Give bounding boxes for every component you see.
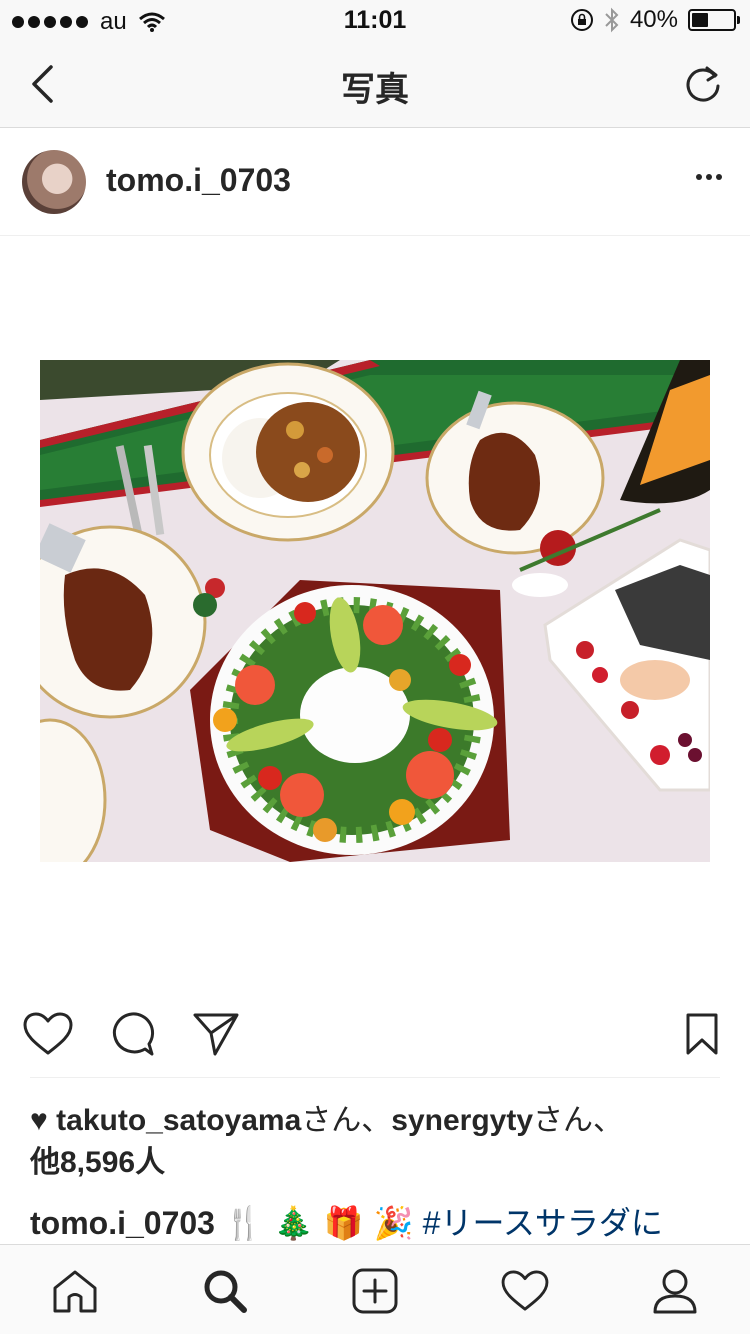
home-icon — [53, 1270, 97, 1313]
caption-emojis: 🍴 🎄 🎁 🎉 — [223, 1204, 414, 1242]
battery-fill — [692, 13, 708, 27]
bookmark-icon — [686, 1013, 718, 1055]
heart-icon — [23, 1012, 73, 1055]
liker-1[interactable]: takuto_satoyama — [56, 1104, 301, 1137]
tab-add[interactable] — [349, 1265, 401, 1317]
battery-icon — [688, 9, 740, 31]
battery-percent: 40% — [629, 6, 678, 33]
caption-username[interactable]: tomo.i_0703 — [30, 1205, 215, 1241]
share-button[interactable] — [190, 1008, 242, 1060]
nav-header: 写真 — [0, 40, 750, 128]
share-icon — [193, 1013, 239, 1056]
caption: tomo.i_0703 🍴 🎄 🎁 🎉 #リースサラダに — [30, 1202, 720, 1244]
post-username[interactable]: tomo.i_0703 — [106, 162, 291, 199]
activity-heart-icon — [501, 1270, 549, 1311]
post-header: tomo.i_0703 — [0, 128, 750, 236]
avatar[interactable] — [22, 150, 86, 214]
bookmark-button[interactable] — [676, 1008, 728, 1060]
likes-summary: ♥ takuto_satoyamaさん、synergytyさん、 他8,596人 — [30, 1100, 720, 1184]
tab-search[interactable] — [199, 1265, 251, 1317]
refresh-icon — [686, 66, 720, 102]
comment-icon — [112, 1012, 155, 1056]
post-photo[interactable] — [40, 360, 710, 862]
liker-2[interactable]: synergyty — [391, 1104, 533, 1137]
bluetooth-icon — [605, 7, 619, 33]
rotation-lock-icon — [570, 9, 593, 31]
caption-hashtag[interactable]: #リースサラダに — [423, 1205, 663, 1241]
like-heart-icon: ♥ — [30, 1104, 48, 1137]
tab-profile[interactable] — [649, 1265, 701, 1317]
add-icon — [352, 1268, 398, 1314]
likes-others-count[interactable]: 他8,596人 — [30, 1146, 165, 1179]
search-icon — [204, 1270, 247, 1313]
post-actions — [0, 990, 750, 1076]
more-dots-icon[interactable] — [696, 174, 722, 180]
tab-activity[interactable] — [499, 1265, 551, 1317]
tab-home[interactable] — [49, 1265, 101, 1317]
liker-1-suffix: さん、 — [301, 1104, 392, 1137]
status-bar: au 11:01 40% — [0, 0, 750, 40]
photo-area[interactable] — [0, 236, 750, 986]
comment-button[interactable] — [106, 1008, 158, 1060]
actions-divider — [30, 1077, 720, 1078]
refresh-button[interactable] — [680, 60, 726, 108]
tab-bar — [0, 1244, 750, 1334]
status-right: 40% — [570, 6, 740, 34]
page-title: 写真 — [341, 71, 409, 109]
profile-icon — [653, 1269, 697, 1314]
liker-2-suffix: さん、 — [533, 1104, 624, 1137]
like-button[interactable] — [22, 1008, 74, 1060]
